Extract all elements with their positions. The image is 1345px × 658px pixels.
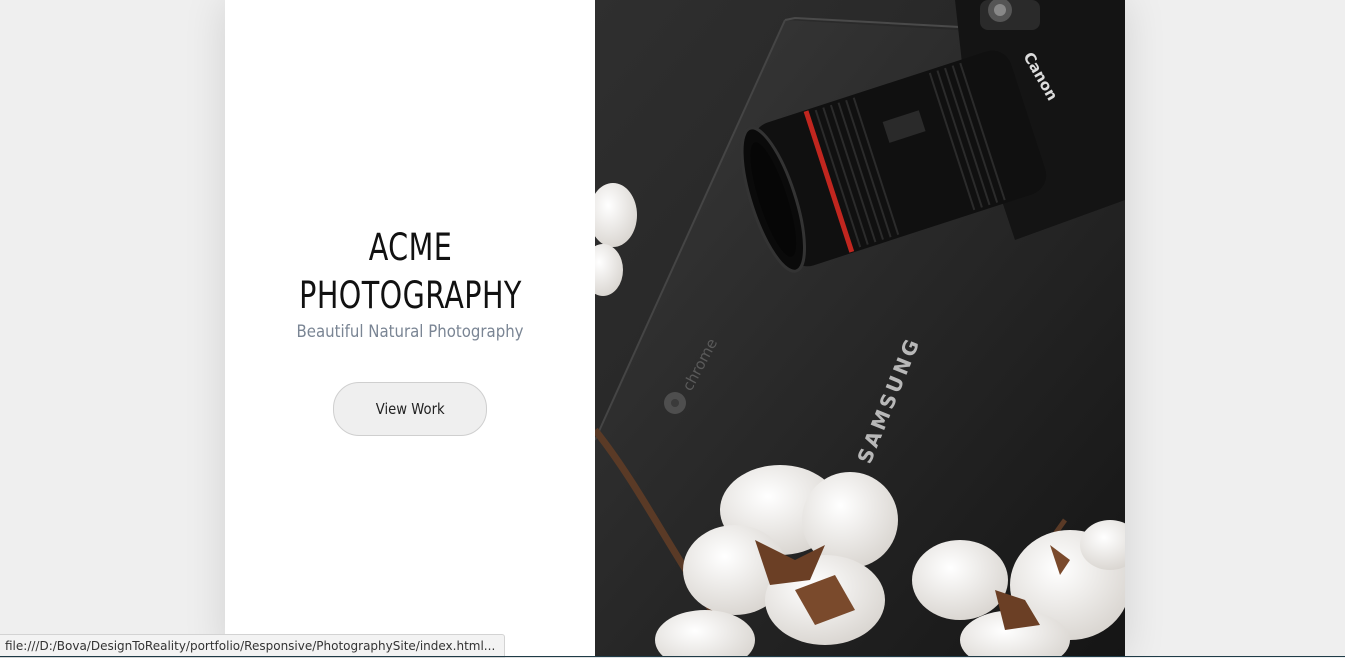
view-work-label: View Work: [375, 400, 445, 418]
tagline: Beautiful Natural Photography: [296, 322, 524, 342]
site-title: ACME PHOTOGRAPHY: [299, 224, 522, 320]
camera-laptop-photo-image: chrome SAMSUNG Canon: [595, 0, 1125, 657]
hero-section: ACME PHOTOGRAPHY Beautiful Natural Photo…: [225, 0, 1125, 657]
site-title-line2: PHOTOGRAPHY: [298, 274, 522, 317]
hero-text-panel: ACME PHOTOGRAPHY Beautiful Natural Photo…: [225, 0, 595, 657]
view-work-button[interactable]: View Work: [333, 382, 487, 436]
hero-photo: chrome SAMSUNG Canon: [595, 0, 1125, 657]
browser-status-url: file:///D:/Bova/DesignToReality/portfoli…: [0, 634, 506, 658]
site-title-line1: ACME: [368, 226, 452, 269]
